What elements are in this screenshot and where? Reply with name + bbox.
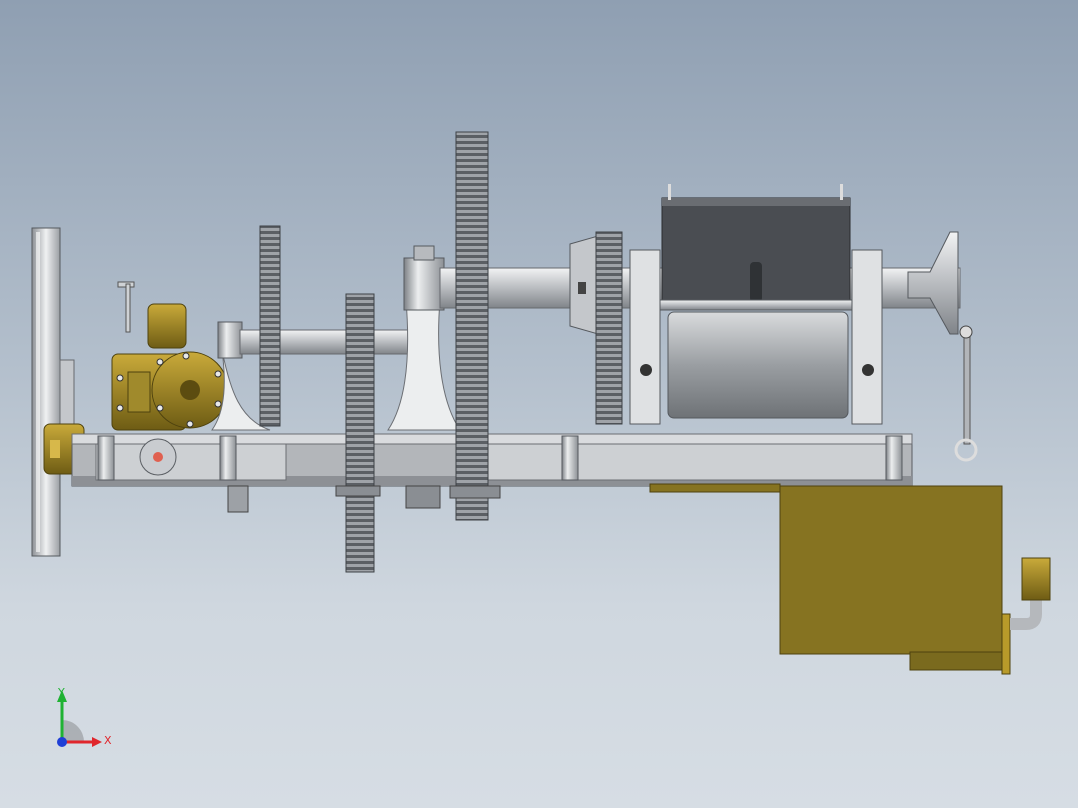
shaft-coupling[interactable] bbox=[569, 235, 599, 335]
z-axis-dot bbox=[57, 737, 67, 747]
mixing-drum[interactable] bbox=[639, 299, 871, 419]
cad-viewport[interactable]: Y X bbox=[0, 0, 1078, 808]
flywheel[interactable] bbox=[31, 227, 75, 557]
coordinate-triad: Y X bbox=[44, 684, 124, 754]
machine-assembly-model[interactable] bbox=[0, 0, 1078, 808]
drum-stand-right[interactable] bbox=[851, 249, 883, 425]
linkage-rod[interactable] bbox=[954, 325, 978, 462]
triad-axes bbox=[57, 690, 102, 747]
output-pulley[interactable] bbox=[907, 231, 959, 335]
spur-gear-middle[interactable] bbox=[345, 293, 375, 573]
feed-hopper[interactable] bbox=[661, 184, 851, 303]
base-indicator-plate bbox=[139, 438, 177, 476]
brass-gearbox[interactable] bbox=[111, 281, 229, 431]
x-axis-label: X bbox=[104, 734, 112, 747]
drum-stand-left[interactable] bbox=[629, 249, 661, 425]
x-axis-arrowhead bbox=[92, 737, 102, 747]
base-frame[interactable] bbox=[71, 433, 913, 487]
storage-tank[interactable] bbox=[649, 483, 1011, 675]
outlet-pipe[interactable] bbox=[1010, 557, 1051, 630]
spur-gear-small-left[interactable] bbox=[259, 225, 281, 427]
y-axis-label: Y bbox=[58, 686, 65, 699]
spur-gear-large[interactable] bbox=[455, 131, 489, 521]
spur-gear-drum[interactable] bbox=[595, 231, 623, 425]
